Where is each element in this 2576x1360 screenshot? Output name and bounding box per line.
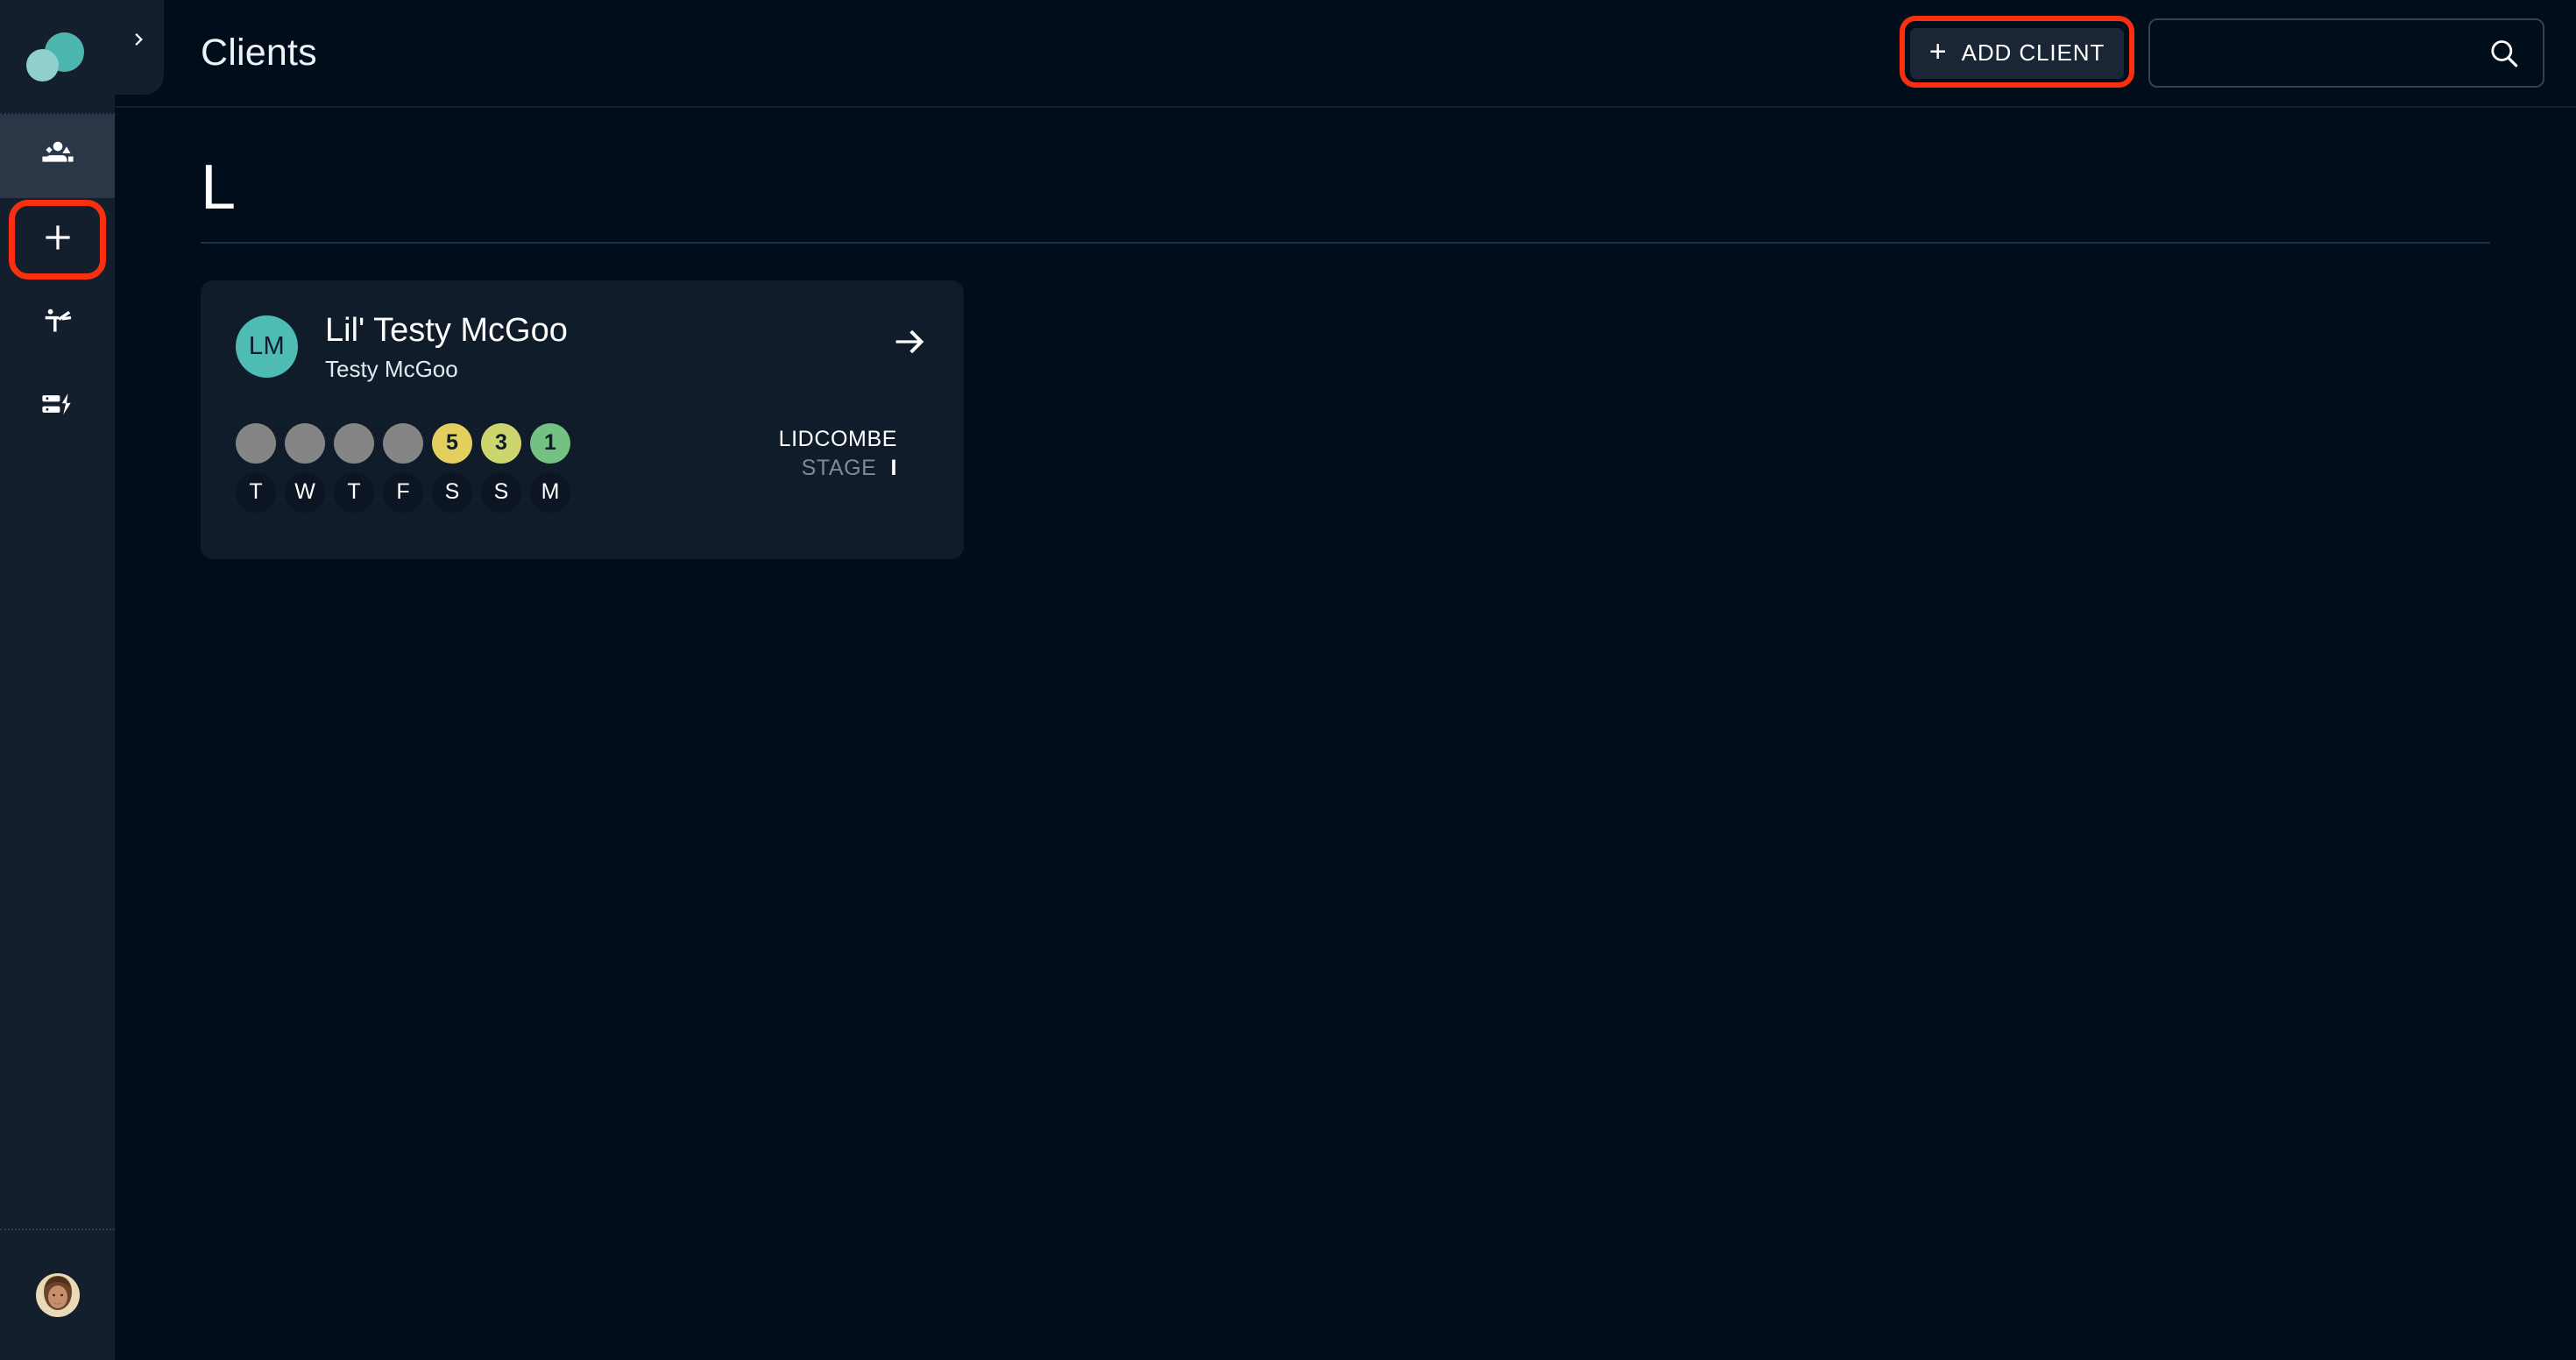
sidebar-item-clients[interactable]	[0, 115, 115, 198]
search-icon[interactable]	[2487, 36, 2522, 71]
sidebar-item-exercises[interactable]	[0, 281, 115, 365]
clients-content: L LM Lil' Testy McGoo Testy McGoo 5 3 1 …	[115, 108, 2576, 1360]
data-lightning-icon	[39, 385, 77, 428]
sidebar-footer	[0, 1229, 115, 1360]
week-tracker: 531 TWTFSSM	[236, 422, 570, 513]
week-score-dot	[236, 422, 276, 464]
sidebar-nav	[0, 115, 115, 448]
page-title: Clients	[201, 32, 317, 74]
open-client-button[interactable]	[890, 322, 929, 361]
week-score-dot: 5	[432, 422, 472, 464]
client-card[interactable]: LM Lil' Testy McGoo Testy McGoo 5 3 1 T …	[201, 280, 964, 559]
client-initials-avatar: LM	[236, 315, 298, 378]
client-full-name: Testy McGoo	[325, 355, 458, 382]
client-display-name: Lil' Testy McGoo	[325, 312, 568, 349]
week-day-dot: M	[530, 471, 570, 513]
search-input[interactable]	[2171, 40, 2487, 66]
program-stage-block: LIDCOMBE STAGE I	[779, 423, 929, 482]
search-box[interactable]	[2148, 18, 2544, 88]
user-photo-avatar[interactable]	[35, 1273, 80, 1317]
clients-page: Clients + ADD CLIENT L LM Lil' Testy McG…	[0, 0, 2576, 1360]
week-score-dot: 1	[530, 422, 570, 464]
client-cards-row: LM Lil' Testy McGoo Testy McGoo 5 3 1 T …	[201, 280, 2490, 559]
exercise-person-icon	[39, 301, 77, 344]
arrow-right-icon	[895, 329, 924, 354]
week-day-dot: S	[432, 471, 472, 513]
chevron-right-icon	[135, 33, 143, 46]
sidebar-collapse-toggle[interactable]	[115, 0, 164, 95]
people-group-icon	[39, 135, 77, 178]
week-score-dot: 3	[481, 422, 521, 464]
sidebar-item-reports[interactable]	[0, 365, 115, 448]
logo-circle-small	[25, 48, 59, 81]
add-client-label: ADD CLIENT	[1961, 39, 2105, 66]
week-day-dot: W	[285, 471, 325, 513]
add-client-button[interactable]: + ADD CLIENT	[1910, 27, 2124, 79]
group-divider	[201, 242, 2490, 244]
client-name-block: Lil' Testy McGoo Testy McGoo	[325, 312, 568, 383]
stage-label: STAGE	[801, 455, 877, 480]
week-days-row: TWTFSSM	[236, 471, 570, 513]
plus-icon: +	[1928, 35, 1947, 68]
week-day-dot: S	[481, 471, 521, 513]
week-score-dot	[334, 422, 374, 464]
add-client-wrapper: + ADD CLIENT	[1900, 15, 2134, 89]
main-area: Clients + ADD CLIENT L LM Lil' Testy McG…	[115, 0, 2576, 1360]
sidebar-logo-zone	[0, 0, 115, 115]
stage-value: I	[890, 455, 897, 480]
program-stage: STAGE I	[779, 455, 897, 482]
program-name: LIDCOMBE	[778, 426, 897, 451]
week-day-dot: F	[383, 471, 423, 513]
plus-icon	[39, 218, 77, 261]
top-bar-actions: + ADD CLIENT	[1900, 15, 2544, 89]
week-day-dot: T	[334, 471, 374, 513]
week-scores-row: 531	[236, 422, 570, 464]
client-card-footer: 531 TWTFSSM LIDCOMBE STAGE I	[236, 422, 929, 513]
brand-logo-icon	[25, 31, 87, 83]
sidebar-item-add[interactable]	[0, 198, 115, 281]
top-bar: Clients + ADD CLIENT	[115, 0, 2576, 108]
client-card-header: LM Lil' Testy McGoo Testy McGoo	[236, 312, 929, 383]
client-group-L: L LM Lil' Testy McGoo Testy McGoo 5 3 1 …	[201, 156, 2490, 559]
week-score-dot	[285, 422, 325, 464]
group-letter: L	[201, 152, 237, 223]
sidebar	[0, 0, 164, 1360]
week-day-dot: T	[236, 471, 276, 513]
week-score-dot	[383, 422, 423, 464]
